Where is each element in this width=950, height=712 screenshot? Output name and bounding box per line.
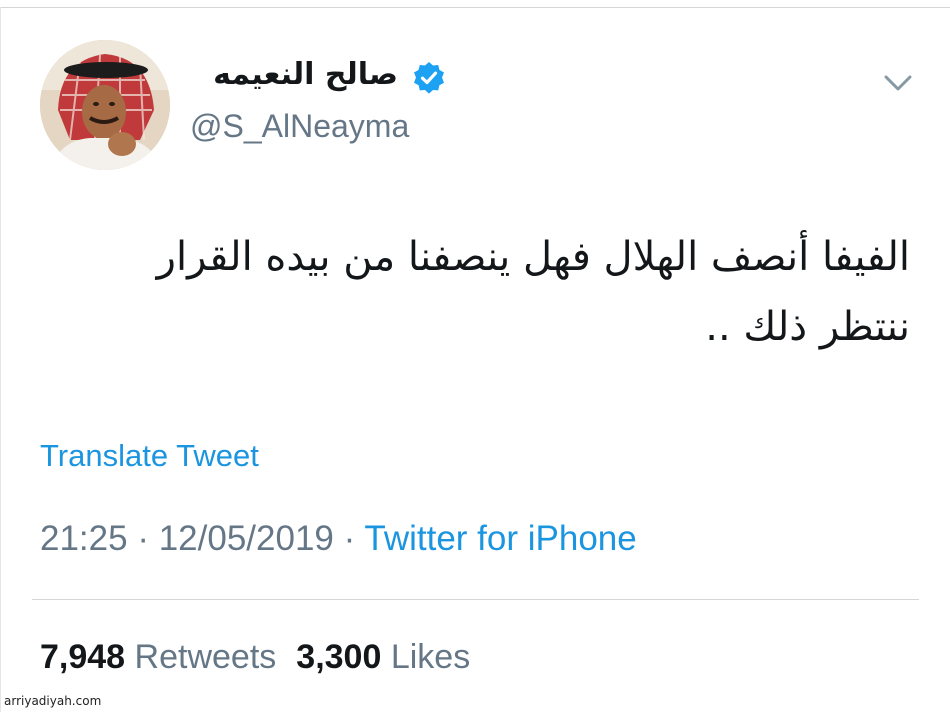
retweets-count: 7,948 [40,638,126,676]
tweet-text-line: الفيفا أنصف الهلال فهل ينصفنا من بيده ال… [156,234,910,280]
separator: · [343,519,356,558]
retweets-label: Retweets [134,638,277,676]
tweet-metadata: 21:25 · 12/05/2019 · Twitter for iPhone [40,517,637,561]
tweet-stats: 7,948 Retweets 3,300 Likes [40,635,470,679]
chevron-down-icon[interactable] [881,68,915,98]
likes-label: Likes [390,638,471,676]
verified-badge-icon [414,62,444,94]
tweet-text: الفيفا أنصف الهلال فهل ينصفنا من بيده ال… [40,222,910,362]
user-handle[interactable]: @S_AlNeayma [190,106,409,146]
display-name[interactable]: صالح النعيمه [213,55,398,95]
tweet-source-link[interactable]: Twitter for iPhone [364,519,636,558]
top-border [0,7,950,8]
divider [32,599,919,600]
separator: · [137,519,149,558]
retweets-stat[interactable]: 7,948 Retweets [40,638,276,676]
tweet-date[interactable]: 12/05/2019 [159,519,334,558]
avatar[interactable] [40,40,170,170]
translate-tweet-link[interactable]: Translate Tweet [40,436,259,476]
likes-count: 3,300 [296,638,382,676]
tweet-text-line: ننتظر ذلك .. [705,304,910,350]
user-avatar-photo [40,40,170,170]
tweet-time[interactable]: 21:25 [40,519,128,558]
likes-stat[interactable]: 3,300 Likes [296,638,470,676]
watermark: arriyadiyah.com [4,694,102,708]
left-border [0,7,1,712]
